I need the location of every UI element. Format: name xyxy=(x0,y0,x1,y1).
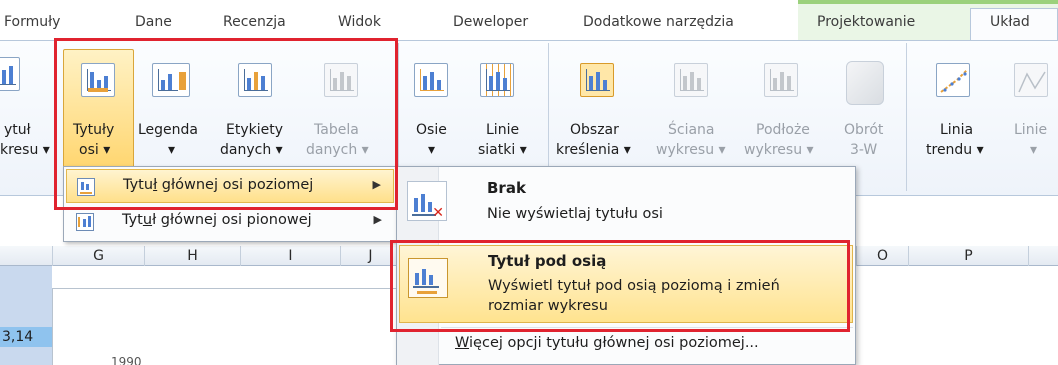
label: Tytuły xyxy=(73,122,115,138)
menu-item-title-below-axis[interactable]: Tytuł pod osią Wyświetl tytuł pod osią p… xyxy=(399,245,853,323)
column-header-p[interactable]: P xyxy=(908,246,1028,266)
menu-item-vertical-axis-title[interactable]: Tytuł głównej osi pionowej ▶ xyxy=(66,205,394,239)
label: Obrót xyxy=(844,122,884,138)
axes-icon xyxy=(414,63,448,97)
axis-titles-button[interactable]: Tytuły osi ▾ xyxy=(63,41,134,181)
menu-item-label: Tytuł głównej osi pionowej xyxy=(122,212,312,228)
legend-icon xyxy=(152,63,190,97)
gridlines-button[interactable]: Linie siatki ▾ xyxy=(466,41,536,181)
menu-item-label: Tytuł głównej osi poziomej xyxy=(123,177,314,193)
label: trendu ▾ xyxy=(926,142,984,158)
chart-wall-button[interactable]: Ściana wykresu ▾ xyxy=(652,41,734,181)
column-header-o[interactable]: O xyxy=(856,246,908,266)
label: Linia xyxy=(940,122,974,138)
label: ytuł xyxy=(4,122,31,138)
axis-value-fragment: 1990 xyxy=(111,355,142,365)
tab-formuly[interactable]: Formuły xyxy=(4,14,60,30)
vertical-axis-title-icon xyxy=(76,213,94,231)
label: osi ▾ xyxy=(79,142,111,158)
plot-area-button[interactable]: Obszar kreślenia ▾ xyxy=(556,41,646,181)
menu-item-horizontal-axis-title[interactable]: Tytuł głównej osi poziomej ▶ xyxy=(66,169,394,203)
rotation-3d-icon xyxy=(846,61,884,105)
axis-titles-icon xyxy=(81,63,115,97)
data-table-icon xyxy=(324,63,358,97)
axes-button[interactable]: Osie ▾ xyxy=(404,41,468,181)
chart-wall-icon xyxy=(674,63,708,97)
more-horizontal-axis-title-options[interactable]: Więcej opcji tytułu głównej osi poziomej… xyxy=(455,335,759,351)
label: wykresu ▾ xyxy=(744,142,814,158)
label: Tabela xyxy=(314,122,359,138)
horizontal-axis-title-menu: ✕ Brak Nie wyświetlaj tytułu osi Tytuł p… xyxy=(396,166,856,365)
menu-item-description: Nie wyświetlaj tytułu osi xyxy=(487,206,663,222)
tab-recenzja[interactable]: Recenzja xyxy=(223,14,286,30)
label: siatki ▾ xyxy=(478,142,527,158)
trendline-icon xyxy=(936,63,970,97)
cell-value[interactable]: 3,14 xyxy=(0,327,52,347)
tab-projektowanie[interactable]: Projektowanie xyxy=(817,14,915,30)
submenu-arrow-icon: ▶ xyxy=(373,213,382,226)
menu-separator xyxy=(441,327,853,328)
chart-floor-icon xyxy=(764,63,798,97)
label: kresu ▾ xyxy=(0,142,50,158)
rotation-3d-button[interactable]: Obrót 3-W xyxy=(834,41,896,181)
tab-dodatkowe[interactable]: Dodatkowe narzędzia xyxy=(583,14,734,30)
label: ▾ xyxy=(168,142,176,158)
trendline-button[interactable]: Linia trendu ▾ xyxy=(914,41,992,181)
label: wykresu ▾ xyxy=(656,142,726,158)
label: danych ▾ xyxy=(220,142,283,158)
tab-widok[interactable]: Widok xyxy=(338,14,381,30)
tab-dane[interactable]: Dane xyxy=(135,14,172,30)
data-labels-icon xyxy=(238,63,272,97)
gridlines-icon xyxy=(480,63,514,97)
title-below-axis-icon xyxy=(408,258,448,298)
column-header-h[interactable]: H xyxy=(144,246,240,266)
column-header-next[interactable] xyxy=(1028,246,1058,266)
label: Podłoże xyxy=(756,122,810,138)
context-tab-accent xyxy=(798,0,1058,4)
submenu-arrow-icon: ▶ xyxy=(372,178,381,191)
no-axis-title-icon: ✕ xyxy=(407,181,447,221)
menu-item-title: Brak xyxy=(487,179,526,197)
column-header-i[interactable]: I xyxy=(240,246,340,266)
lines-icon xyxy=(1014,63,1048,97)
label: Osie xyxy=(416,122,447,138)
label: Linie xyxy=(1014,122,1048,138)
selected-cells xyxy=(0,266,52,365)
horizontal-axis-title-icon xyxy=(77,178,95,196)
chart-object[interactable]: 1990 xyxy=(52,288,412,365)
chart-floor-button[interactable]: Podłoże wykresu ▾ xyxy=(740,41,822,181)
label: ▾ xyxy=(1030,142,1038,158)
menu-item-description: Wyświetl tytuł pod osią poziomą i zmień xyxy=(488,278,780,294)
label: Linie xyxy=(486,122,520,138)
tab-uklad[interactable]: Układ xyxy=(990,14,1030,30)
menu-item-description-line2: rozmiar wykresu xyxy=(488,298,608,314)
label: 3-W xyxy=(850,142,878,158)
label: Obszar xyxy=(570,122,619,138)
label: danych ▾ xyxy=(306,142,369,158)
label: Ściana xyxy=(668,122,715,138)
data-labels-button[interactable]: Etykiety danych ▾ xyxy=(220,41,300,181)
chart-title-icon xyxy=(0,57,20,91)
tab-deweloper[interactable]: Deweloper xyxy=(453,14,528,30)
legend-button[interactable]: Legenda ▾ xyxy=(138,41,216,181)
plot-area-icon xyxy=(580,63,614,97)
menu-item-title: Tytuł pod osią xyxy=(488,252,607,270)
label: kreślenia ▾ xyxy=(556,142,631,158)
column-header-j[interactable]: J xyxy=(340,246,400,266)
label: Etykiety xyxy=(226,122,284,138)
label: ▾ xyxy=(428,142,436,158)
axis-titles-menu: Tytuł głównej osi poziomej ▶ Tytuł główn… xyxy=(63,166,397,242)
menu-item-none[interactable]: ✕ Brak Nie wyświetlaj tytułu osi xyxy=(399,171,853,231)
group-separator xyxy=(906,43,907,191)
label: Legenda xyxy=(138,122,199,138)
column-header-g[interactable]: G xyxy=(52,246,144,266)
data-table-button[interactable]: Tabela danych ▾ xyxy=(302,41,382,181)
lines-button-partial[interactable]: Linie ▾ xyxy=(996,41,1058,181)
ribbon-tab-bar: Formuły Dane Recenzja Widok Deweloper Do… xyxy=(0,0,1058,42)
